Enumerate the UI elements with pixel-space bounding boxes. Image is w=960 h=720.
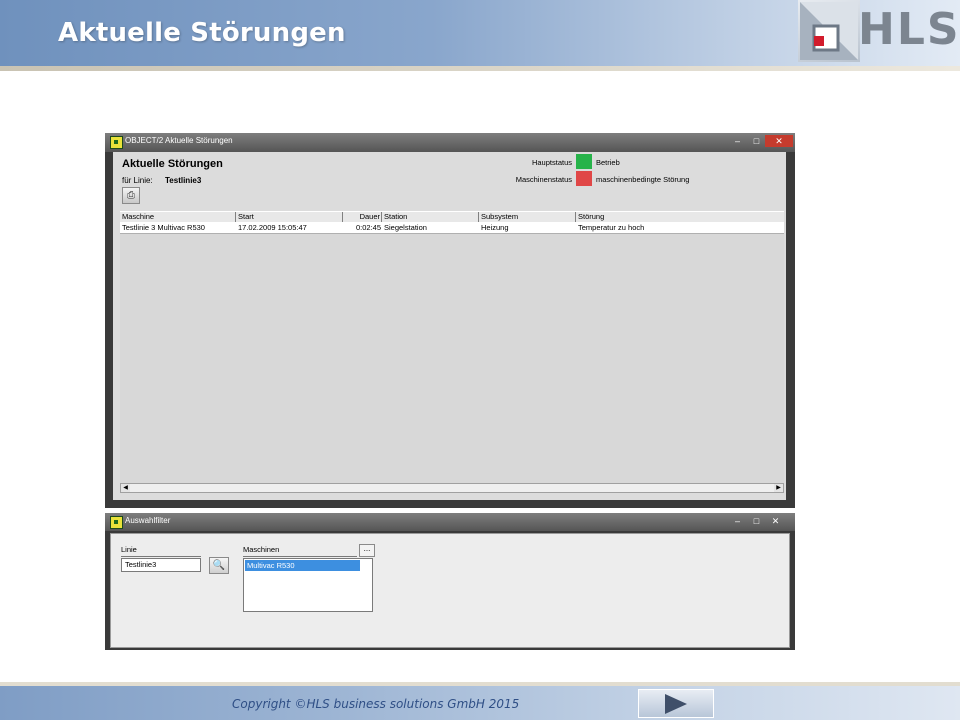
print-button[interactable]: ⎙ (122, 187, 140, 204)
column-header-maschine[interactable]: Maschine (120, 212, 236, 222)
scroll-left-icon[interactable]: ◀ (121, 484, 130, 492)
machine-status-indicator (576, 171, 592, 186)
line-search-button[interactable]: 🔍 (209, 557, 229, 574)
column-header-stoerung[interactable]: Störung (576, 212, 784, 222)
line-filter-divider (121, 556, 201, 557)
main-window-title: OBJECT/2 Aktuelle Störungen (125, 136, 233, 145)
hls-logo: HLS (798, 0, 960, 64)
printer-icon: ⎙ (127, 190, 135, 201)
list-item[interactable]: Multivac R530 (245, 560, 360, 571)
filter-window-title: Auswahlfilter (125, 516, 171, 525)
cell-maschine: Testlinie 3 Multivac R530 (122, 223, 205, 232)
cell-subsystem: Heizung (481, 223, 509, 232)
close-icon[interactable]: ✕ (767, 515, 784, 527)
cell-dauer: 0:02:45 (355, 223, 381, 232)
minimize-icon[interactable]: – (729, 515, 746, 527)
machines-list[interactable]: Multivac R530 (243, 558, 373, 612)
machine-status-value: maschinenbedingte Störung (596, 175, 690, 184)
app-icon (110, 136, 123, 149)
copyright-text: Copyright ©HLS business solutions GmbH 2… (232, 697, 520, 711)
filter-window: Auswahlfilter – □ ✕ Linie Testlinie3 🔍 M… (105, 513, 795, 650)
maximize-icon[interactable]: □ (748, 515, 765, 527)
machines-filter-divider (243, 556, 357, 557)
column-header-subsystem[interactable]: Subsystem (479, 212, 576, 222)
next-slide-button[interactable] (638, 689, 714, 718)
line-filter-label: Linie (121, 545, 137, 554)
header-divider (0, 66, 960, 71)
main-window: OBJECT/2 Aktuelle Störungen – □ ✕ Aktuel… (105, 133, 795, 508)
form-title: Aktuelle Störungen (122, 158, 223, 170)
main-window-content: Aktuelle Störungen für Linie: Testlinie3… (113, 152, 786, 500)
close-icon[interactable]: ✕ (765, 135, 793, 147)
line-filter-input[interactable]: Testlinie3 (121, 558, 201, 572)
column-header-dauer[interactable]: Dauer (343, 212, 382, 222)
table-row[interactable]: Testlinie 3 Multivac R530 17.02.2009 15:… (120, 222, 784, 234)
logo-text: HLS (858, 4, 960, 55)
app-icon (110, 516, 123, 529)
cell-station: Siegelstation (384, 223, 427, 232)
cell-start: 17.02.2009 15:05:47 (238, 223, 307, 232)
line-label: für Linie: (122, 176, 153, 185)
scroll-right-icon[interactable]: ▶ (774, 484, 783, 492)
horizontal-scrollbar[interactable]: ◀ ▶ (120, 483, 784, 493)
filter-window-content: Linie Testlinie3 🔍 Maschinen ... Multiva… (110, 533, 790, 648)
maximize-icon[interactable]: □ (748, 135, 765, 147)
column-header-start[interactable]: Start (236, 212, 343, 222)
main-status-value: Betrieb (596, 158, 620, 167)
main-status-indicator (576, 154, 592, 169)
machines-more-button[interactable]: ... (359, 544, 375, 557)
faults-table: Maschine Start Dauer Station Subsystem S… (120, 211, 784, 493)
search-icon: 🔍 (212, 560, 226, 571)
logo-mark (798, 0, 860, 62)
minimize-icon[interactable]: – (729, 135, 746, 147)
next-arrow-icon (665, 694, 687, 714)
main-status-label: Hauptstatus (531, 158, 572, 167)
main-window-titlebar[interactable]: OBJECT/2 Aktuelle Störungen – □ ✕ (105, 133, 795, 152)
column-header-station[interactable]: Station (382, 212, 479, 222)
cell-stoerung: Temperatur zu hoch (578, 223, 645, 232)
slide-title: Aktuelle Störungen (58, 18, 346, 48)
filter-window-titlebar[interactable]: Auswahlfilter – □ ✕ (105, 513, 795, 531)
machines-filter-label: Maschinen (243, 545, 280, 554)
machine-status-label: Maschinenstatus (515, 175, 572, 184)
line-value: Testlinie3 (165, 176, 202, 185)
